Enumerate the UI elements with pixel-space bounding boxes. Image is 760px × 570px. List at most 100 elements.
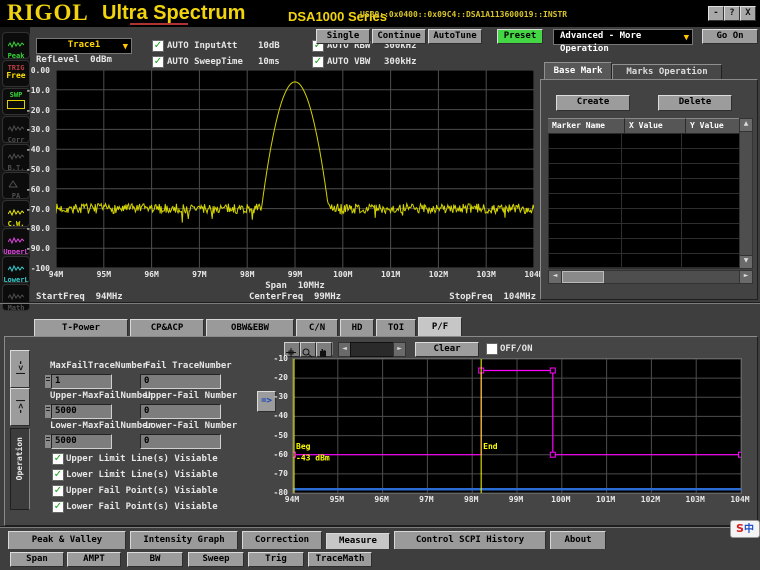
tick-label: -10 bbox=[274, 354, 288, 363]
tab-measure[interactable]: Measure bbox=[326, 533, 390, 549]
ime-indicator[interactable]: S中 bbox=[730, 520, 760, 538]
delete-marker-button[interactable]: Delete bbox=[658, 95, 732, 111]
table-row[interactable] bbox=[549, 134, 739, 149]
horizontal-scrollbar[interactable] bbox=[561, 270, 740, 284]
tick-label: -40.0 bbox=[26, 145, 50, 154]
single-button[interactable]: Single bbox=[316, 29, 370, 44]
lower-max-fail-input[interactable]: 5000 bbox=[51, 434, 112, 449]
tab-cp-acp[interactable]: CP&ACP bbox=[130, 319, 204, 337]
wave-icon bbox=[8, 294, 24, 299]
tab-control-scpi-history[interactable]: Control SCPI History bbox=[394, 531, 546, 549]
fail-trace-input[interactable]: 0 bbox=[140, 374, 221, 389]
scroll-left-icon[interactable]: ◄ bbox=[548, 270, 562, 284]
trace-next-icon[interactable]: ► bbox=[393, 342, 406, 357]
minimize-button[interactable]: - bbox=[708, 6, 724, 21]
tick-label: 98M bbox=[230, 270, 264, 279]
limit-marker bbox=[550, 368, 555, 373]
lower-max-fail-label: Lower-MaxFailNumber bbox=[50, 421, 153, 431]
span-label: Span 10MHz bbox=[56, 281, 534, 291]
max-fail-trace-input[interactable]: 1 bbox=[51, 374, 112, 389]
tick-label: -20 bbox=[274, 373, 288, 382]
auto-sweep-time-checkbox[interactable]: ✓ bbox=[152, 56, 164, 68]
tab-hd[interactable]: HD bbox=[340, 319, 374, 337]
trace-selector-field[interactable] bbox=[350, 342, 394, 357]
tracemath-button[interactable]: TraceMath bbox=[308, 552, 372, 567]
span-button[interactable]: Span bbox=[10, 552, 64, 567]
ampt-button[interactable]: AMPT bbox=[67, 552, 121, 567]
auto-vbw-checkbox[interactable]: ✓ bbox=[312, 56, 324, 68]
scroll-down-icon[interactable]: ▼ bbox=[739, 255, 753, 269]
upper-max-fail-input[interactable]: 5000 bbox=[51, 404, 112, 419]
scrollbar-thumb[interactable] bbox=[562, 271, 604, 283]
trace-select[interactable]: Trace1 ▼ bbox=[36, 38, 132, 54]
table-row[interactable] bbox=[549, 239, 739, 254]
autotune-button[interactable]: AutoTune bbox=[428, 29, 482, 44]
trig-button[interactable]: Trig bbox=[248, 552, 304, 567]
upper-limit-line-checkbox[interactable]: ✓ bbox=[52, 453, 64, 465]
tab-pf[interactable]: P/F bbox=[418, 317, 462, 337]
column-header-marker-name[interactable]: Marker Name bbox=[548, 118, 625, 133]
lower-limit-line-checkbox[interactable]: ✓ bbox=[52, 469, 64, 481]
marker-table[interactable] bbox=[548, 133, 740, 268]
tab-about[interactable]: About bbox=[550, 531, 606, 549]
upper-limit-line-label: Upper Limit Line(s) Visiable bbox=[66, 454, 218, 464]
tick-label: 0.00 bbox=[31, 66, 50, 75]
app-title: Ultra Spectrum bbox=[102, 2, 245, 25]
close-button[interactable]: X bbox=[740, 6, 756, 21]
table-row[interactable] bbox=[549, 254, 739, 269]
pf-chart[interactable]: Beg-43 dBmEnd bbox=[292, 358, 742, 494]
upper-fail-input[interactable]: 0 bbox=[140, 404, 221, 419]
tab-correction[interactable]: Correction bbox=[242, 531, 322, 549]
help-button[interactable]: ? bbox=[724, 6, 740, 21]
tab-obw-ebw[interactable]: OBW&EBW bbox=[206, 319, 294, 337]
pan-left-button[interactable]: |<- bbox=[10, 388, 30, 426]
scroll-up-icon[interactable]: ▲ bbox=[739, 118, 753, 132]
tab-toi[interactable]: TOI bbox=[376, 319, 416, 337]
table-row[interactable] bbox=[549, 194, 739, 209]
lower-fail-point-checkbox[interactable]: ✓ bbox=[52, 501, 64, 513]
table-row[interactable] bbox=[549, 224, 739, 239]
bw-button[interactable]: BW bbox=[127, 552, 183, 567]
preset-button[interactable]: Preset bbox=[497, 29, 543, 44]
auto-vbw-label: AUTO VBW bbox=[327, 57, 370, 67]
create-marker-button[interactable]: Create bbox=[556, 95, 630, 111]
pan-right-button[interactable]: ->| bbox=[10, 350, 30, 388]
tick-label: -30.0 bbox=[26, 125, 50, 134]
sidebar-item-math[interactable]: Math bbox=[2, 284, 30, 311]
lower-fail-input[interactable]: 0 bbox=[140, 434, 221, 449]
table-row[interactable] bbox=[549, 164, 739, 179]
go-on-button[interactable]: Go On bbox=[702, 29, 758, 44]
lower-fail-label: Lower-Fail Number bbox=[145, 421, 237, 431]
advanced-operation-select[interactable]: Advanced - More Operation ▼ bbox=[553, 29, 693, 45]
tick-label: 97M bbox=[182, 270, 216, 279]
table-row[interactable] bbox=[549, 179, 739, 194]
pan-hand-icon[interactable] bbox=[316, 342, 332, 357]
tab-peak-valley[interactable]: Peak & Valley bbox=[8, 531, 126, 549]
auto-input-att-checkbox[interactable]: ✓ bbox=[152, 40, 164, 52]
vertical-scrollbar[interactable] bbox=[739, 131, 753, 256]
table-row[interactable] bbox=[549, 149, 739, 164]
table-row[interactable] bbox=[549, 209, 739, 224]
off-on-checkbox[interactable] bbox=[486, 343, 498, 355]
scroll-right-icon[interactable]: ► bbox=[739, 270, 753, 284]
clear-button[interactable]: Clear bbox=[415, 342, 479, 357]
spectrum-chart[interactable] bbox=[56, 70, 534, 268]
tab-marks-operation[interactable]: Marks Operation bbox=[612, 64, 722, 80]
upper-fail-point-checkbox[interactable]: ✓ bbox=[52, 485, 64, 497]
tab-operation[interactable]: Operation bbox=[10, 428, 30, 510]
column-header-x-value[interactable]: X Value bbox=[625, 118, 686, 133]
continue-button[interactable]: Continue bbox=[372, 29, 426, 44]
tab-intensity-graph[interactable]: Intensity Graph bbox=[130, 531, 238, 549]
trace-select-value: Trace1 bbox=[68, 40, 101, 50]
zoom-select-icon[interactable] bbox=[300, 342, 316, 357]
tick-label: 95M bbox=[320, 495, 354, 504]
column-header-y-value[interactable]: Y Value bbox=[686, 118, 741, 133]
limit-marker bbox=[739, 452, 743, 457]
tick-label: -50 bbox=[274, 431, 288, 440]
tab-t-power[interactable]: T-Power bbox=[34, 319, 128, 337]
operation-tab-label: Operation bbox=[15, 437, 24, 480]
tab-base-mark[interactable]: Base Mark bbox=[544, 62, 612, 80]
sweep-button[interactable]: Sweep bbox=[188, 552, 244, 567]
sidebar-item-peak[interactable]: Peak bbox=[2, 32, 30, 59]
tab-cn[interactable]: C/N bbox=[296, 319, 338, 337]
